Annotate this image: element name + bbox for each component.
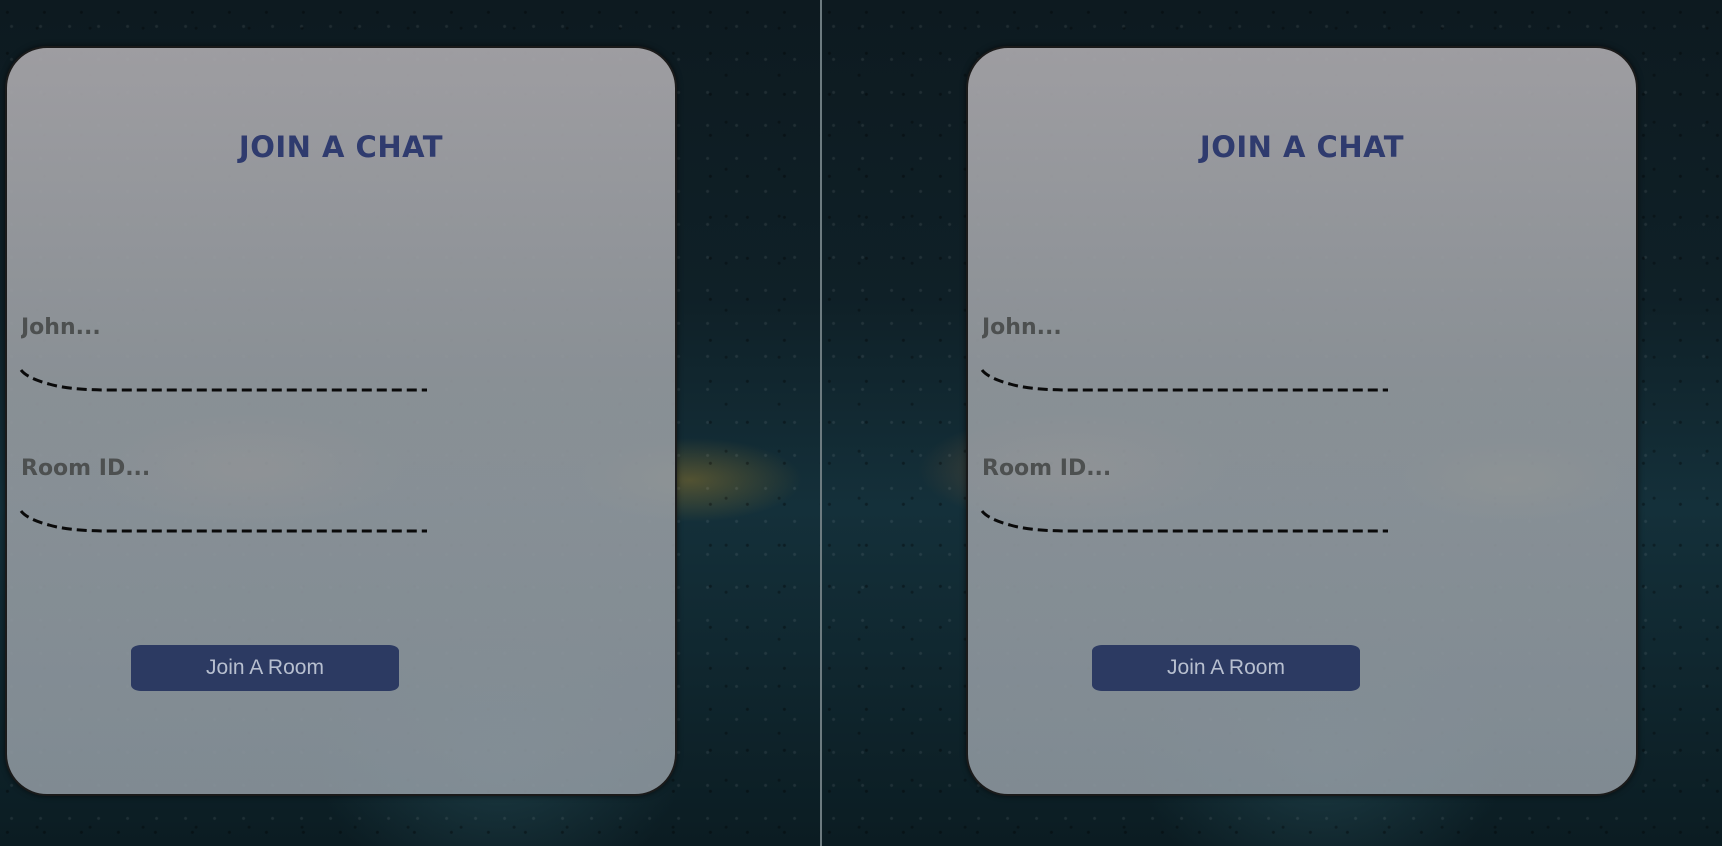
card-title: JOIN A CHAT — [238, 130, 444, 164]
left-browser-pane: JOIN A CHAT Join A Room — [0, 0, 820, 846]
room-field-group — [19, 451, 429, 535]
split-screen: JOIN A CHAT Join A Room JOIN A CHAT — [0, 0, 1722, 846]
name-field-group — [980, 310, 1390, 394]
name-input-underline — [980, 369, 1388, 392]
room-id-input[interactable] — [980, 451, 1390, 485]
join-chat-card: JOIN A CHAT Join A Room — [5, 46, 677, 796]
join-chat-card: JOIN A CHAT Join A Room — [966, 46, 1638, 796]
room-id-input-underline — [19, 510, 427, 533]
room-id-input-underline — [980, 510, 1388, 533]
name-input[interactable] — [980, 310, 1390, 344]
room-field-group — [980, 451, 1390, 535]
right-browser-pane: JOIN A CHAT Join A Room — [822, 0, 1722, 846]
join-room-button[interactable]: Join A Room — [131, 645, 399, 691]
join-room-button[interactable]: Join A Room — [1092, 645, 1360, 691]
name-field-group — [19, 310, 429, 394]
name-input-underline — [19, 369, 427, 392]
room-id-input[interactable] — [19, 451, 429, 485]
name-input[interactable] — [19, 310, 429, 344]
card-title: JOIN A CHAT — [1199, 130, 1405, 164]
